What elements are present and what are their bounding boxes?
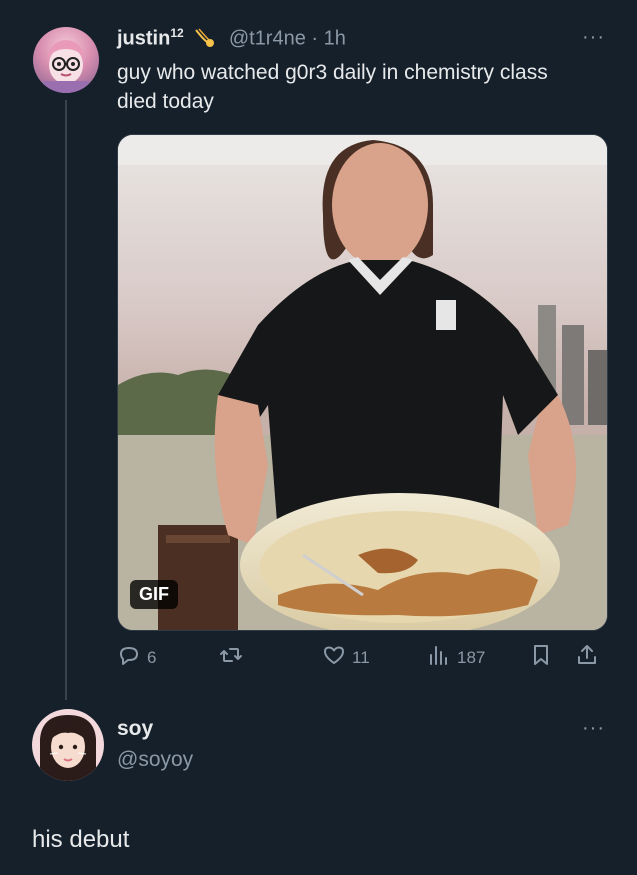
tweet-text: guy who watched g0r3 daily in chemistry … [117, 61, 548, 113]
views-count: 187 [457, 647, 486, 667]
gif-media[interactable]: GIF [117, 134, 608, 631]
avatar[interactable] [33, 27, 99, 93]
retweet-icon [219, 643, 243, 672]
share-button[interactable] [575, 643, 599, 672]
like-count: 11 [352, 647, 370, 667]
reply-more-options-icon[interactable]: ··· [582, 717, 605, 740]
share-icon [575, 643, 599, 672]
bookmark-button[interactable] [529, 643, 553, 672]
reply-icon [117, 643, 141, 672]
reply-avatar[interactable] [32, 709, 104, 781]
reply-handle[interactable]: @soyoy [117, 748, 193, 772]
avatar-image [43, 40, 89, 93]
bookmark-icon [529, 643, 553, 672]
gif-badge: GIF [130, 580, 178, 609]
display-name-superscript: 12 [170, 26, 184, 40]
reply-display-name[interactable]: soy [117, 717, 153, 741]
comet-icon [193, 27, 217, 51]
like-button[interactable]: 11 [322, 643, 370, 672]
gif-frame-image [118, 135, 607, 630]
handle[interactable]: @t1r4ne [229, 28, 306, 50]
reply-avatar-image [32, 709, 104, 781]
reply-text: his debut [32, 826, 130, 853]
retweet-button[interactable] [219, 643, 243, 672]
tweet-actions: 6 11 187 [117, 643, 606, 671]
thread-line [65, 100, 67, 700]
reply-button[interactable]: 6 [117, 643, 156, 672]
views-icon [427, 643, 451, 672]
tweet-header: justin12 @t1r4ne · 1h [117, 26, 346, 51]
more-options-icon[interactable]: ··· [582, 26, 605, 49]
views-button[interactable]: 187 [427, 643, 485, 672]
reply-count: 6 [147, 647, 157, 667]
display-name[interactable]: justin [117, 28, 170, 50]
heart-icon [322, 643, 346, 672]
timestamp[interactable]: · 1h [306, 28, 345, 50]
